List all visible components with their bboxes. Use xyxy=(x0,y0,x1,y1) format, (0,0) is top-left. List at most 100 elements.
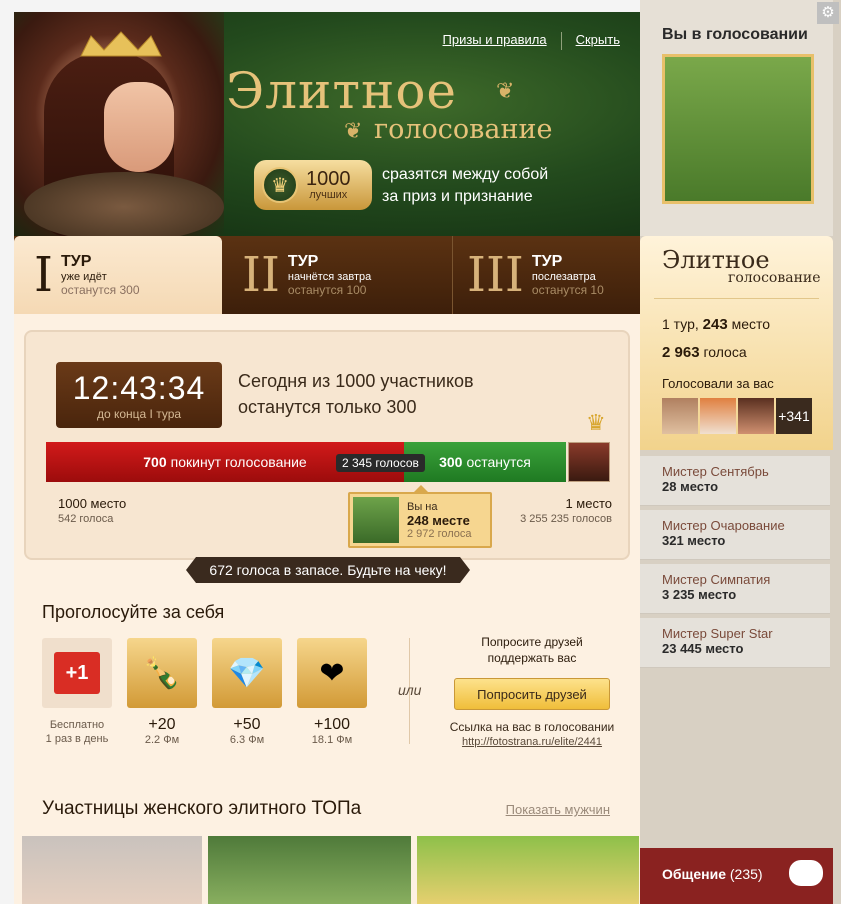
top-1000-badge: ♛ 1000 лучших xyxy=(254,160,372,210)
rank-last-votes: 542 голоса xyxy=(58,513,114,525)
you-votes: 2 972 голоса xyxy=(407,527,472,540)
crown-icon: ♛ xyxy=(262,167,298,203)
tagline-line1: сразятся между собой xyxy=(382,166,549,183)
participant-photo[interactable] xyxy=(208,836,411,904)
hero-girl-image xyxy=(14,12,224,236)
profile-link[interactable]: http://fotostrana.ru/elite/2441 xyxy=(442,736,622,748)
crown-icon xyxy=(80,31,162,57)
ornament-icon: ❦ xyxy=(344,118,363,143)
leader-avatar[interactable] xyxy=(568,442,610,482)
rating-place: 321 место xyxy=(662,533,726,548)
hero-banner: Призы и правила Скрыть Элитное ❦ ❦ голос… xyxy=(14,12,640,236)
voter-avatar[interactable] xyxy=(700,398,736,434)
chat-button[interactable]: Общение (235) xyxy=(640,848,833,904)
chat-count: (235) xyxy=(729,866,763,882)
top-thumbnails xyxy=(22,836,639,904)
sidebar-elite-card[interactable]: Элитное голосование 1 тур, 243 место 2 9… xyxy=(640,236,833,450)
vote-price: 6.3 Фм xyxy=(229,734,265,746)
plus-one-icon: +1 xyxy=(42,638,112,708)
vote-value: +20 xyxy=(148,716,176,733)
free-label: Бесплатно xyxy=(49,719,105,731)
tour-rank-suffix: место xyxy=(731,316,771,332)
vote-price: 18.1 Фм xyxy=(311,734,353,746)
free-sub: 1 раз в день xyxy=(45,733,109,745)
top-links: Призы и правила Скрыть xyxy=(443,32,620,50)
sidebar-profile: Вы в голосовании xyxy=(640,0,833,236)
vote-value: +50 xyxy=(233,716,261,733)
rating-name: Мистер Super Star xyxy=(662,626,773,641)
tour-rank-place: 243 xyxy=(702,316,728,333)
rank-first: 1 место 3 255 235 голосов xyxy=(520,496,612,525)
fur-shape xyxy=(24,172,224,236)
vote-50-option[interactable]: 💎 +50 6.3 Фм xyxy=(212,638,282,746)
vote-count: 2 963 голоса xyxy=(662,344,747,361)
tours-bar: I ТУР уже идёт останутся 300 II ТУР начнётс… xyxy=(14,236,640,314)
chat-bubble-icon xyxy=(789,860,823,886)
champagne-icon: 🍾 xyxy=(127,638,197,708)
tour-roman: I xyxy=(34,247,53,303)
progress-bar: 700 покинут голосование 300 останутся xyxy=(46,442,566,482)
rank-first-votes: 3 255 235 голосов xyxy=(520,513,612,525)
more-voters-button[interactable]: +341 xyxy=(776,398,812,434)
tour-status: начнётся завтра xyxy=(287,271,372,283)
vote-free-option[interactable]: +1 Бесплатно 1 раз в день xyxy=(42,638,112,746)
participant-photo[interactable] xyxy=(22,836,202,904)
rating-name: Мистер Сентябрь xyxy=(662,464,769,479)
reserve-banner: 672 голоса в запасе. Будьте на чеку! xyxy=(186,557,470,583)
countdown-panel: 12:43:34 до конца I тура Сегодня из 1000… xyxy=(24,330,630,560)
stay-count: 300 xyxy=(439,454,463,470)
ask-friends-button[interactable]: Попросить друзей xyxy=(454,678,610,710)
you-place: 248 месте xyxy=(407,512,470,528)
tab-tour-3[interactable]: III ТУР послезавтра останутся 10 xyxy=(452,236,640,314)
show-men-link[interactable]: Показать мужчин xyxy=(506,802,610,817)
sidebar: Вы в голосовании ⚙ Элитное голосование 1… xyxy=(640,0,841,904)
ornament-icon: ❦ xyxy=(496,78,515,103)
link-divider xyxy=(560,32,562,50)
user-avatar[interactable] xyxy=(662,54,814,204)
voters-list: +341 xyxy=(662,398,812,434)
crown-icon: ♛ xyxy=(586,410,606,435)
your-position-card[interactable]: Вы на 248 месте 2 972 голоса xyxy=(348,485,492,548)
vote-count-num: 2 963 xyxy=(662,344,700,361)
vote-100-option[interactable]: ❤ +100 18.1 Фм xyxy=(297,638,367,746)
tour-roman: II xyxy=(242,247,280,303)
rank-last-place: 1000 место xyxy=(58,496,127,511)
rating-place: 28 место xyxy=(662,479,719,494)
timer-value: 12:43:34 xyxy=(72,370,206,406)
voter-avatar[interactable] xyxy=(738,398,774,434)
rating-item[interactable]: Мистер Симпатия 3 235 место xyxy=(640,564,830,614)
voter-avatar[interactable] xyxy=(662,398,698,434)
rating-place: 3 235 место xyxy=(662,587,737,602)
leave-text: покинут голосование xyxy=(170,454,307,470)
hide-link[interactable]: Скрыть xyxy=(576,32,620,50)
participant-photo[interactable] xyxy=(417,836,639,904)
badge-number: 1000 xyxy=(306,168,351,190)
rating-item[interactable]: Мистер Очарование 321 место xyxy=(640,510,830,560)
tab-tour-2[interactable]: II ТУР начнётся завтра останутся 100 xyxy=(242,236,432,314)
your-photo xyxy=(353,497,399,543)
today-line1: Сегодня из 1000 участников xyxy=(238,371,474,391)
prizes-rules-link[interactable]: Призы и правила xyxy=(443,32,547,50)
tour-rank-label: 1 тур, xyxy=(662,316,699,332)
vote-value: +100 xyxy=(313,716,351,733)
elite-logo: Элитное ❦ ❦ голосование xyxy=(226,62,576,157)
logo-line1: Элитное xyxy=(226,62,458,120)
you-label: Вы на xyxy=(407,500,438,513)
top-title: Участницы женского элитного ТОПа xyxy=(42,798,362,819)
tour-title: ТУР xyxy=(531,253,563,270)
gear-icon[interactable]: ⚙ xyxy=(817,2,839,24)
rating-item[interactable]: Мистер Сентябрь 28 место xyxy=(640,456,830,506)
today-line2: останутся только 300 xyxy=(238,397,417,417)
chat-label: Общение xyxy=(662,866,726,882)
or-text: или xyxy=(398,682,422,698)
tour-remain: останутся 300 xyxy=(60,283,140,297)
rating-item[interactable]: Мистер Super Star 23 445 место xyxy=(640,618,830,668)
tour-remain: останутся 10 xyxy=(531,283,604,297)
vote-20-option[interactable]: 🍾 +20 2.2 Фм xyxy=(127,638,197,746)
heart-gem-icon: ❤ xyxy=(297,638,367,708)
divider xyxy=(654,298,819,299)
rating-name: Мистер Очарование xyxy=(662,518,785,533)
tab-tour-1[interactable]: I ТУР уже идёт останутся 300 xyxy=(14,236,222,314)
vote-price: 2.2 Фм xyxy=(144,734,180,746)
vote-options: +1 Бесплатно 1 раз в день 🍾 +20 2.2 Фм 💎 … xyxy=(42,638,367,746)
